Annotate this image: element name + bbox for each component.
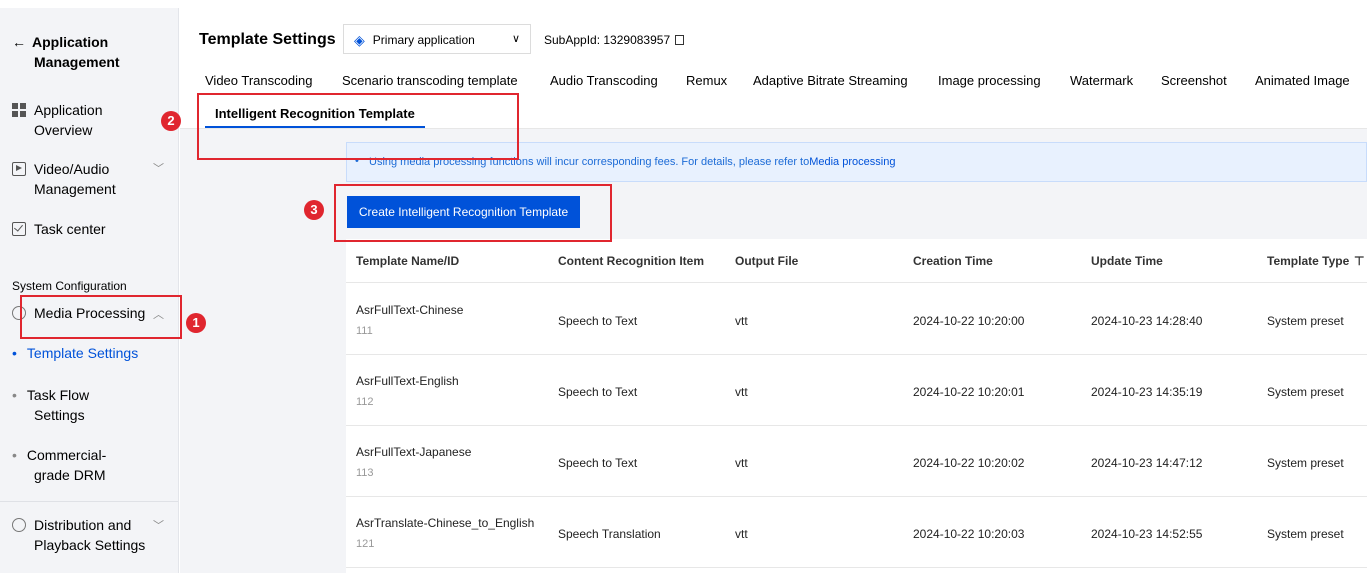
annotation-box-1 — [20, 295, 182, 339]
sidebar-item-distribution-playback-settings[interactable]: Distribution and Playback Settings — [12, 515, 145, 555]
layers-icon: ◈ — [354, 32, 365, 48]
tab-video-transcoding[interactable]: Video Transcoding — [205, 73, 312, 88]
tab-adaptive-bitrate-streaming[interactable]: Adaptive Bitrate Streaming — [753, 73, 908, 88]
play-square-icon — [12, 162, 26, 176]
chevron-down-icon[interactable]: ﹀ — [153, 160, 164, 176]
tab-audio-transcoding[interactable]: Audio Transcoding — [550, 73, 658, 88]
back-to-application-management[interactable]: ← Application Management — [12, 34, 120, 70]
arrow-left-icon: ← — [12, 34, 26, 50]
distribution-icon — [12, 518, 26, 532]
table-row[interactable]: AsrFullText-English 112 Speech to Text v… — [346, 355, 1367, 426]
checkbox-icon — [12, 222, 26, 236]
subapp-id: SubAppId: 1329083957 — [544, 33, 685, 47]
annotation-badge-1: 1 — [186, 313, 206, 333]
col-content-recognition-item: Content Recognition Item — [558, 254, 704, 268]
table-header: Template Name/ID Content Recognition Ite… — [346, 239, 1367, 283]
copy-icon[interactable] — [675, 35, 685, 45]
table-row[interactable]: AsrFullText-Japanese 113 Speech to Text … — [346, 426, 1367, 497]
sidebar-item-task-center[interactable]: Task center — [12, 219, 106, 239]
annotation-badge-3: 3 — [304, 200, 324, 220]
tab-scenario-transcoding-template[interactable]: Scenario transcoding template — [342, 73, 518, 88]
media-processing-link[interactable]: Media processing — [809, 156, 895, 168]
col-template-type: Template Type — [1267, 254, 1350, 268]
sidebar-subitem-template-settings[interactable]: • Template Settings — [12, 343, 138, 363]
sidebar-item-video-audio-management[interactable]: Video/Audio Management — [12, 159, 116, 199]
tab-remux[interactable]: Remux — [686, 73, 727, 88]
application-select[interactable]: ◈ Primary application ∨ — [343, 24, 531, 54]
templates-table: Template Name/ID Content Recognition Ite… — [346, 239, 1367, 573]
table-row[interactable]: AsrTranslate-Chinese_to_English 121 Spee… — [346, 497, 1367, 568]
table-row[interactable]: AsrFullText-Chinese 111 Speech to Text v… — [346, 284, 1367, 355]
sidebar-divider — [0, 501, 178, 502]
annotation-box-3 — [334, 184, 612, 242]
chevron-down-icon: ∨ — [511, 33, 520, 45]
tab-image-processing[interactable]: Image processing — [938, 73, 1041, 88]
col-update-time: Update Time — [1091, 254, 1163, 268]
filter-icon[interactable]: ⊤ — [1354, 254, 1364, 268]
annotation-box-2 — [197, 93, 519, 160]
sidebar-item-application-overview[interactable]: Application Overview — [12, 100, 103, 140]
col-template-name: Template Name/ID — [356, 254, 460, 268]
tab-screenshot[interactable]: Screenshot — [1161, 73, 1227, 88]
section-system-configuration: System Configuration — [12, 279, 127, 293]
tab-animated-image[interactable]: Animated Image — [1255, 73, 1350, 88]
chevron-down-icon[interactable]: ﹀ — [153, 517, 164, 533]
annotation-badge-2: 2 — [161, 111, 181, 131]
sidebar: ← Application Management Application Over… — [0, 8, 179, 573]
sidebar-subitem-commercial-grade-drm[interactable]: • Commercial- grade DRM — [12, 445, 106, 485]
sidebar-subitem-task-flow-settings[interactable]: • Task Flow Settings — [12, 385, 89, 425]
tab-watermark[interactable]: Watermark — [1070, 73, 1133, 88]
page-title: Template Settings — [199, 31, 336, 48]
grid-icon — [12, 103, 26, 117]
col-creation-time: Creation Time — [913, 254, 993, 268]
col-output-file: Output File — [735, 254, 799, 268]
